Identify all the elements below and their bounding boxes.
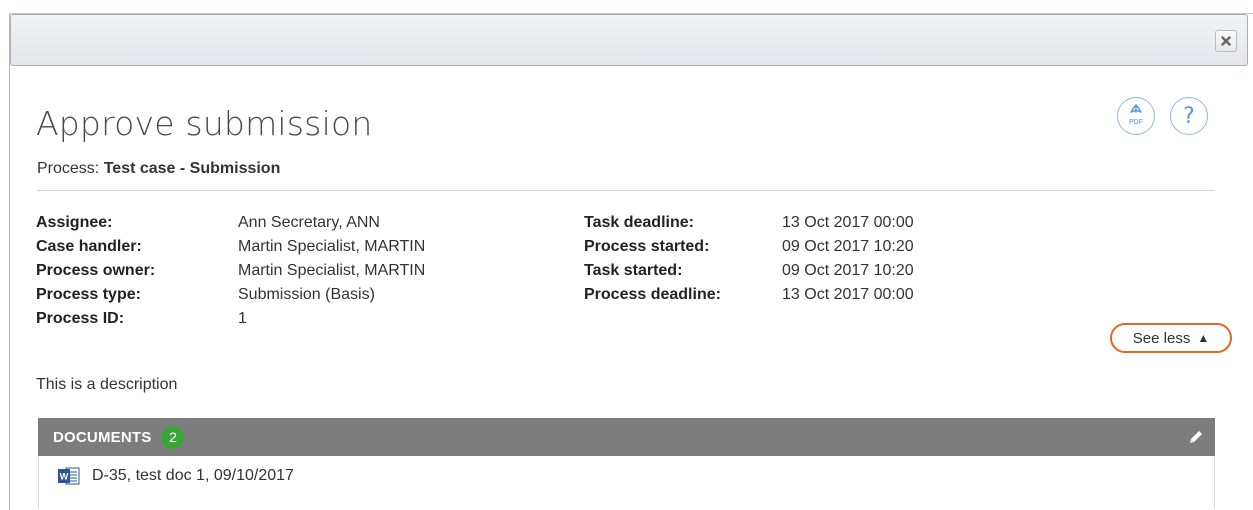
- documents-title: DOCUMENTS: [53, 428, 152, 446]
- detail-label: Task deadline:: [584, 214, 694, 231]
- detail-row-process-started: Process started: 09 Oct 2017 10:20: [584, 235, 914, 259]
- detail-label: Process deadline:: [584, 286, 721, 303]
- detail-label: Case handler:: [36, 238, 142, 255]
- detail-label: Process type:: [36, 286, 141, 303]
- documents-header: DOCUMENTS 2: [38, 418, 1215, 456]
- pdf-button[interactable]: PDF: [1117, 97, 1155, 135]
- close-icon: [1221, 36, 1231, 46]
- detail-value: 13 Oct 2017 00:00: [782, 214, 914, 231]
- pdf-icon: PDF: [1129, 104, 1143, 126]
- process-name: Test case - Submission: [103, 160, 281, 177]
- detail-value: 1: [238, 310, 247, 327]
- triangle-up-icon: ▲: [1197, 331, 1210, 345]
- detail-label: Process owner:: [36, 262, 156, 279]
- detail-value: Ann Secretary, ANN: [238, 214, 380, 231]
- documents-list: W D-35, test doc 1, 09/10/2017: [38, 456, 1215, 509]
- detail-value: Martin Specialist, MARTIN: [238, 238, 426, 255]
- svg-text:W: W: [60, 472, 69, 482]
- pencil-icon[interactable]: [1187, 428, 1205, 451]
- detail-label: Task started:: [584, 262, 683, 279]
- dialog-titlebar: [10, 14, 1248, 66]
- document-item[interactable]: W D-35, test doc 1, 09/10/2017: [58, 467, 294, 485]
- close-button[interactable]: [1215, 30, 1237, 52]
- detail-row-case-handler: Case handler: Martin Specialist, MARTIN: [36, 235, 425, 259]
- detail-row-process-owner: Process owner: Martin Specialist, MARTIN: [36, 259, 425, 283]
- detail-row-assignee: Assignee: Ann Secretary, ANN: [36, 211, 425, 235]
- detail-value: 09 Oct 2017 10:20: [782, 238, 914, 255]
- process-label: Process:: [37, 160, 100, 177]
- detail-value: 13 Oct 2017 00:00: [782, 286, 914, 303]
- detail-value: Martin Specialist, MARTIN: [238, 262, 426, 279]
- help-icon: ?: [1183, 103, 1195, 129]
- header-divider: [37, 190, 1215, 191]
- word-doc-icon: W: [58, 467, 80, 485]
- detail-row-task-deadline: Task deadline: 13 Oct 2017 00:00: [584, 211, 914, 235]
- process-line: Process: Test case - Submission: [37, 160, 280, 178]
- pdf-label: PDF: [1129, 119, 1143, 126]
- details-left: Assignee: Ann Secretary, ANN Case handle…: [36, 211, 425, 331]
- see-less-label: See less: [1132, 329, 1191, 347]
- detail-row-process-id: Process ID: 1: [36, 307, 425, 331]
- detail-value: Submission (Basis): [238, 286, 375, 303]
- page-title: Approve submission: [36, 104, 373, 143]
- documents-count-badge: 2: [161, 425, 185, 449]
- detail-label: Process ID:: [36, 310, 125, 327]
- detail-row-process-deadline: Process deadline: 13 Oct 2017 00:00: [584, 283, 914, 307]
- help-button[interactable]: ?: [1170, 97, 1208, 135]
- detail-row-process-type: Process type: Submission (Basis): [36, 283, 425, 307]
- detail-label: Assignee:: [36, 214, 113, 231]
- detail-value: 09 Oct 2017 10:20: [782, 262, 914, 279]
- document-label: D-35, test doc 1, 09/10/2017: [92, 467, 294, 484]
- task-description: This is a description: [36, 376, 178, 393]
- detail-row-task-started: Task started: 09 Oct 2017 10:20: [584, 259, 914, 283]
- see-less-toggle[interactable]: See less ▲: [1110, 323, 1232, 353]
- details-right: Task deadline: 13 Oct 2017 00:00 Process…: [584, 211, 914, 307]
- detail-label: Process started:: [584, 238, 710, 255]
